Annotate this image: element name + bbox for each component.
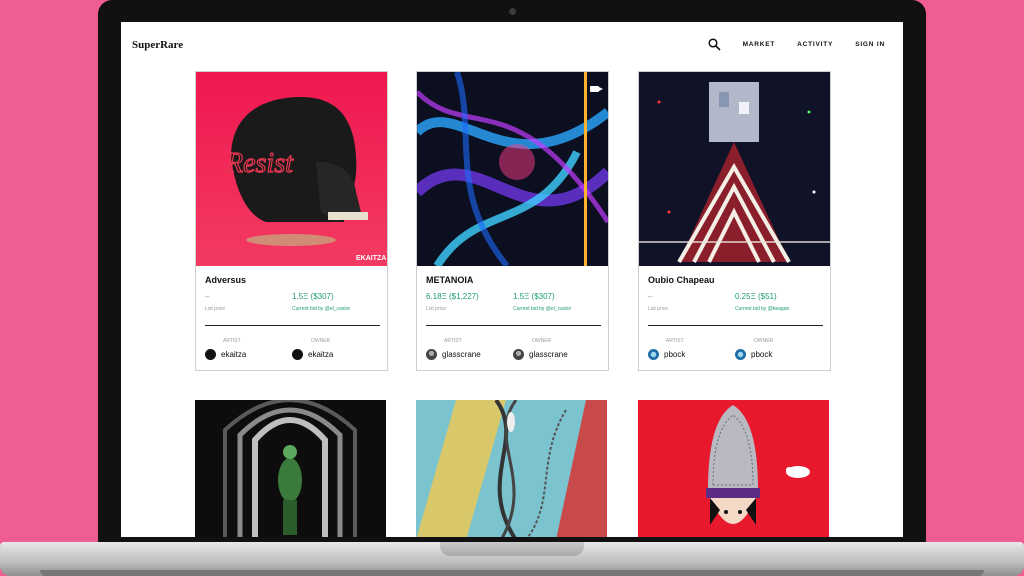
list-price: 6.18Ξ ($1,227) — [426, 292, 479, 301]
top-nav: MARKET ACTIVITY SIGN IN — [708, 38, 885, 51]
artwork-card[interactable] — [638, 400, 831, 537]
laptop-base — [0, 542, 1024, 576]
current-bid-label[interactable]: Current bid by @el_castor — [292, 306, 350, 312]
site-logo[interactable]: SuperRare — [132, 39, 183, 51]
artist-name: glasscrane — [442, 350, 481, 359]
avatar — [426, 349, 437, 360]
artwork-image[interactable] — [195, 400, 386, 537]
owner-name: glasscrane — [529, 350, 568, 359]
owner-label: OWNER — [532, 338, 552, 344]
nav-market[interactable]: MARKET — [743, 41, 776, 48]
artwork-image[interactable] — [417, 72, 608, 266]
artwork-card[interactable]: METANOIA 6.18Ξ ($1,227) 1.5Ξ ($307) List… — [416, 71, 609, 371]
artist-label: ARTIST — [666, 338, 684, 344]
nav-sign-in[interactable]: SIGN IN — [855, 41, 885, 48]
artwork-card[interactable]: Resist EKAITZA Adversus – 1.5Ξ ($307) Li… — [195, 71, 388, 371]
artwork-card[interactable] — [416, 400, 609, 537]
laptop-notch — [440, 542, 584, 556]
owner-label: OWNER — [311, 338, 331, 344]
current-bid-label[interactable]: Current bid by @el_castor — [513, 306, 571, 312]
artist-name: ekaitza — [221, 350, 247, 359]
current-bid: 1.5Ξ ($307) — [292, 292, 334, 301]
avatar — [648, 349, 659, 360]
artwork-title[interactable]: Adversus — [205, 275, 246, 285]
owner-name: ekaitza — [308, 350, 334, 359]
avatar — [513, 349, 524, 360]
artist-link[interactable]: ekaitza — [205, 349, 246, 360]
webcam — [509, 8, 516, 15]
current-bid: 0.25Ξ ($51) — [735, 292, 777, 301]
browser-viewport: SuperRare MARKET ACTIVITY SIGN IN Resist… — [121, 22, 903, 537]
list-price-label: List price — [426, 306, 447, 312]
avatar — [205, 349, 216, 360]
avatar — [735, 349, 746, 360]
list-price: – — [205, 292, 210, 301]
owner-link[interactable]: glasscrane — [513, 349, 568, 360]
nav-activity[interactable]: ACTIVITY — [797, 41, 833, 48]
list-price: – — [648, 292, 653, 301]
video-icon — [590, 86, 603, 92]
artist-label: ARTIST — [223, 338, 241, 344]
laptop-feet — [40, 570, 984, 576]
artwork-image[interactable] — [639, 72, 830, 266]
owner-link[interactable]: ekaitza — [292, 349, 333, 360]
search-icon[interactable] — [708, 38, 721, 51]
artist-link[interactable]: pbock — [648, 349, 685, 360]
artwork-title[interactable]: Oubio Chapeau — [648, 275, 715, 285]
artist-link[interactable]: glasscrane — [426, 349, 481, 360]
list-price-label: List price — [648, 306, 669, 312]
artwork-image[interactable] — [638, 400, 829, 537]
artwork-image[interactable]: Resist EKAITZA — [196, 72, 387, 266]
card-divider — [648, 325, 823, 326]
skull-lettering: Resist — [225, 148, 294, 179]
artist-name: pbock — [664, 350, 686, 359]
current-bid-label[interactable]: Current bid by @keagan — [735, 306, 789, 312]
artist-signature: EKAITZA — [356, 255, 386, 262]
card-divider — [426, 325, 601, 326]
artwork-card[interactable] — [195, 400, 388, 537]
avatar — [292, 349, 303, 360]
list-price-label: List price — [205, 306, 226, 312]
artist-label: ARTIST — [444, 338, 462, 344]
owner-link[interactable]: pbock — [735, 349, 772, 360]
artwork-image[interactable] — [416, 400, 607, 537]
current-bid: 1.5Ξ ($307) — [513, 292, 555, 301]
card-divider — [205, 325, 380, 326]
owner-name: pbock — [751, 350, 773, 359]
artwork-title[interactable]: METANOIA — [426, 275, 473, 285]
artwork-card[interactable]: Oubio Chapeau – 0.25Ξ ($51) List price C… — [638, 71, 831, 371]
owner-label: OWNER — [754, 338, 774, 344]
